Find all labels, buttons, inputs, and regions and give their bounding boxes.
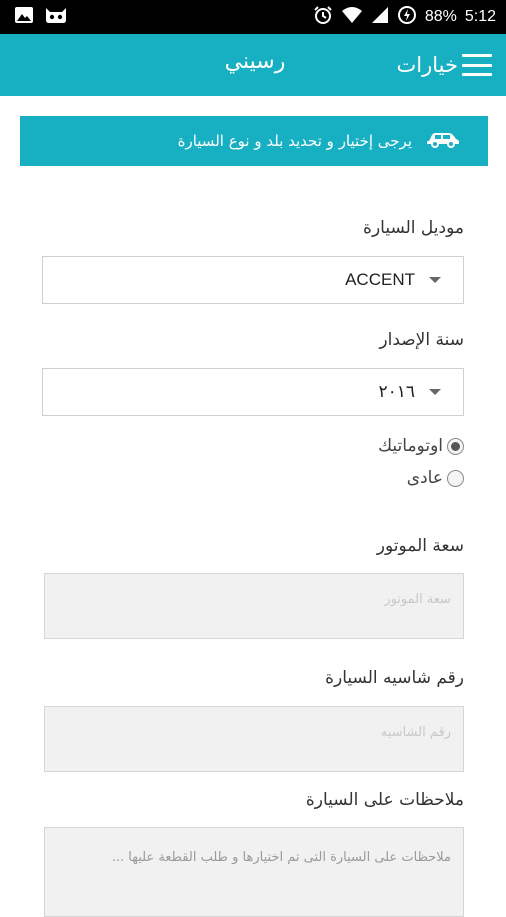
cat-icon [44, 6, 68, 28]
hamburger-menu-icon[interactable] [462, 54, 492, 76]
status-bar-right: 88% 5:12 [313, 5, 496, 29]
year-select[interactable]: ٢٠١٦ [42, 368, 464, 416]
battery-saver-icon [397, 5, 417, 29]
status-bar-left [14, 6, 68, 28]
status-bar: 88% 5:12 [0, 0, 506, 34]
clock: 5:12 [464, 8, 496, 25]
radio-label-automatic: اوتوماتيك [378, 436, 443, 456]
battery-level: 88% [424, 8, 457, 25]
chassis-label: رقم شاسيه السيارة [325, 668, 464, 688]
chevron-down-icon [429, 277, 441, 283]
signal-icon [371, 6, 389, 28]
notice-banner: يرجى إختيار و تحديد بلد و نوع السيارة [20, 116, 488, 166]
notes-label: ملاحظات على السيارة [305, 790, 464, 810]
chevron-down-icon [429, 389, 441, 395]
menu-button[interactable]: خيارات [397, 46, 492, 84]
gallery-icon [14, 6, 34, 28]
car-icon [426, 130, 460, 152]
chassis-input[interactable]: رقم الشاسيه [44, 706, 464, 772]
alarm-icon [313, 5, 333, 29]
notes-placeholder: ملاحظات على السيارة التى تم اختيارها و ط… [111, 850, 451, 865]
year-label: سنة الإصدار [379, 330, 464, 350]
app-title: رسيني [224, 49, 286, 74]
chassis-placeholder: رقم الشاسيه [380, 725, 451, 740]
notice-text: يرجى إختيار و تحديد بلد و نوع السيارة [177, 132, 412, 150]
engine-label: سعة الموتور [376, 536, 464, 556]
model-selected-value: ACCENT [345, 270, 415, 289]
year-selected-value: ٢٠١٦ [378, 382, 415, 401]
model-select[interactable]: ACCENT [42, 256, 464, 304]
radio-manual[interactable]: عادى [407, 468, 464, 488]
engine-input[interactable]: سعة الموتور [44, 573, 464, 639]
model-label: موديل السيارة [363, 218, 464, 238]
main-content: يرجى إختيار و تحديد بلد و نوع السيارة مو… [0, 96, 506, 917]
wifi-icon [341, 6, 363, 28]
notes-textarea[interactable]: ملاحظات على السيارة التى تم اختيارها و ط… [44, 827, 464, 917]
radio-button-unchecked[interactable] [447, 469, 464, 487]
app-bar: خيارات رسيني [0, 34, 506, 96]
radio-label-manual: عادى [406, 468, 443, 488]
engine-placeholder: سعة الموتور [384, 592, 451, 607]
radio-button-checked[interactable] [447, 437, 464, 455]
radio-automatic[interactable]: اوتوماتيك [378, 436, 464, 456]
menu-label[interactable]: خيارات [397, 53, 458, 77]
